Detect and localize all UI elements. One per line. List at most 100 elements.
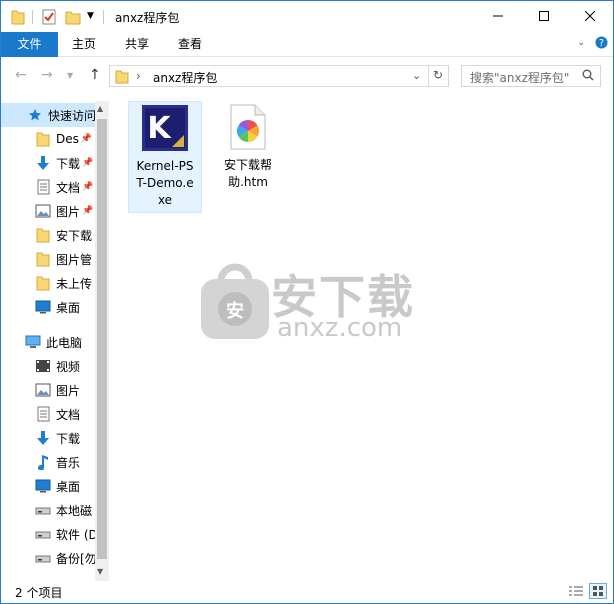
new-folder-icon[interactable] xyxy=(65,9,81,28)
nav-scrollbar[interactable]: ▲ ▼ xyxy=(95,101,109,581)
forward-icon[interactable]: → xyxy=(41,67,53,83)
refresh-icon[interactable]: ↻ xyxy=(433,68,443,82)
nav-item-label: 备份[勿 xyxy=(56,551,95,566)
nav-pc-item-1[interactable]: 图片 xyxy=(1,378,95,402)
scroll-down-icon[interactable]: ▼ xyxy=(97,567,103,576)
recent-locations-icon[interactable]: ▼ xyxy=(67,71,73,80)
file-name: Kernel-PS T-Demo.e xe xyxy=(136,159,194,207)
nav-quick-item-5[interactable]: 图片管 xyxy=(1,247,95,271)
watermark: 安 安下载 anxz.com xyxy=(199,261,419,346)
nav-quick-item-4[interactable]: 安下载 xyxy=(1,223,95,247)
minimize-button[interactable] xyxy=(475,1,521,31)
picture-icon xyxy=(35,382,51,398)
picture-icon xyxy=(35,203,51,219)
nav-item-label: 音乐 xyxy=(56,455,81,470)
properties-icon[interactable] xyxy=(41,9,57,28)
customize-toolbar-icon[interactable]: ▼ xyxy=(87,11,94,21)
help-icon[interactable]: ? xyxy=(595,36,608,52)
kernel-app-icon: K xyxy=(142,104,188,154)
pin-icon: 📌 xyxy=(82,182,94,192)
title-bar: ▼ anxz程序包 xyxy=(1,1,613,32)
nav-pc-item-0[interactable]: 视频 xyxy=(1,354,95,378)
svg-text:?: ? xyxy=(599,38,604,49)
nav-pc-item-2[interactable]: 文档 xyxy=(1,402,95,426)
status-bar: 2 个项目 xyxy=(1,581,613,603)
nav-pc-item-4[interactable]: 音乐 xyxy=(1,450,95,474)
maximize-button[interactable] xyxy=(521,1,567,31)
search-input[interactable]: 搜索"anxz程序包" xyxy=(461,65,601,87)
nav-item-label: 文档 xyxy=(56,407,81,422)
breadcrumb-chevron-icon[interactable]: › xyxy=(136,69,141,83)
close-button[interactable] xyxy=(567,1,613,31)
nav-pc-item-7[interactable]: 软件 (D xyxy=(1,522,95,546)
nav-quick-item-0[interactable]: Des 📌 xyxy=(1,127,95,151)
nav-pc-item-5[interactable]: 桌面 xyxy=(1,474,95,498)
music-icon xyxy=(35,454,51,470)
desktop-icon xyxy=(35,478,51,494)
details-view-icon[interactable] xyxy=(569,585,583,600)
nav-item-label: 图片 xyxy=(56,204,81,219)
document-icon xyxy=(35,406,51,422)
nav-quick-item-2[interactable]: 文档 📌 xyxy=(1,175,95,199)
chevron-down-icon[interactable]: ⌄ xyxy=(412,69,421,82)
nav-quick-item-7[interactable]: 桌面 xyxy=(1,295,95,319)
up-icon[interactable]: ↑ xyxy=(89,67,101,83)
nav-item-label: 未上传 xyxy=(56,276,93,291)
drive-icon xyxy=(35,526,51,542)
watermark-badge: 安 xyxy=(226,301,244,322)
address-row: ← → ▼ ↑ › anxz程序包 ⌄ ↻ 搜索"anxz程序包" xyxy=(1,57,613,93)
nav-item-label: 软件 (D xyxy=(56,527,95,542)
search-placeholder: 搜索"anxz程序包" xyxy=(470,71,570,85)
scrollbar-thumb[interactable] xyxy=(97,119,107,559)
expand-ribbon-icon[interactable]: ⌄ xyxy=(577,37,585,48)
tab-view[interactable]: 查看 xyxy=(169,32,211,57)
folder-icon xyxy=(35,275,51,291)
nav-pc-item-8[interactable]: 备份[勿 xyxy=(1,546,95,570)
nav-pc-item-6[interactable]: 本地磁 xyxy=(1,498,95,522)
address-divider xyxy=(428,66,429,86)
large-icons-view-icon[interactable] xyxy=(589,583,607,599)
nav-item-label: 安下载 xyxy=(56,228,93,243)
nav-quick-access-label: 快速访问 xyxy=(48,108,95,123)
nav-item-label: 图片管 xyxy=(56,252,93,267)
address-bar[interactable]: › anxz程序包 ⌄ ↻ xyxy=(109,65,449,87)
maximize-icon xyxy=(539,11,549,21)
folder-icon xyxy=(35,131,51,147)
file-item-help-htm[interactable]: 安下载帮 助.htm xyxy=(211,101,285,194)
folder-icon xyxy=(35,227,51,243)
nav-item-label: Des xyxy=(56,132,79,146)
folder-icon xyxy=(11,9,25,28)
tab-file[interactable]: 文件 xyxy=(1,32,58,57)
nav-item-label: 本地磁 xyxy=(56,503,93,518)
nav-quick-item-3[interactable]: 图片 📌 xyxy=(1,199,95,223)
document-icon xyxy=(35,179,51,195)
drive-icon xyxy=(35,502,51,518)
folder-icon xyxy=(35,251,51,267)
tab-share[interactable]: 共享 xyxy=(116,32,158,57)
file-item-kernel-exe[interactable]: K Kernel-PS T-Demo.e xe xyxy=(128,101,202,213)
download-icon xyxy=(35,155,51,171)
back-icon[interactable]: ← xyxy=(15,67,27,83)
computer-icon xyxy=(25,334,41,350)
search-icon[interactable] xyxy=(582,69,594,84)
pin-icon: 📌 xyxy=(82,158,94,168)
star-icon xyxy=(27,107,43,123)
close-icon xyxy=(585,11,595,21)
nav-this-pc[interactable]: 此电脑 xyxy=(1,330,95,354)
nav-pc-item-3[interactable]: 下载 xyxy=(1,426,95,450)
pin-icon: 📌 xyxy=(80,134,93,144)
nav-quick-item-1[interactable]: 下载 📌 xyxy=(1,151,95,175)
nav-item-label: 视频 xyxy=(56,359,81,374)
nav-item-label: 桌面 xyxy=(56,479,81,494)
htm-file-icon xyxy=(230,104,266,153)
nav-quick-item-6[interactable]: 未上传 xyxy=(1,271,95,295)
drive-icon xyxy=(35,550,51,566)
tab-home[interactable]: 主页 xyxy=(63,32,105,57)
item-count: 2 个项目 xyxy=(15,586,63,600)
nav-quick-access[interactable]: 快速访问 xyxy=(1,103,95,127)
breadcrumb[interactable]: anxz程序包 xyxy=(153,69,217,86)
nav-item-label: 下载 xyxy=(56,156,81,171)
explorer-window: ▼ anxz程序包 文件 主页 共享 查看 ⌄ ? ← → ▼ ↑ › anxz… xyxy=(0,0,614,604)
svg-text:K: K xyxy=(147,111,172,146)
scroll-up-icon[interactable]: ▲ xyxy=(97,104,103,113)
